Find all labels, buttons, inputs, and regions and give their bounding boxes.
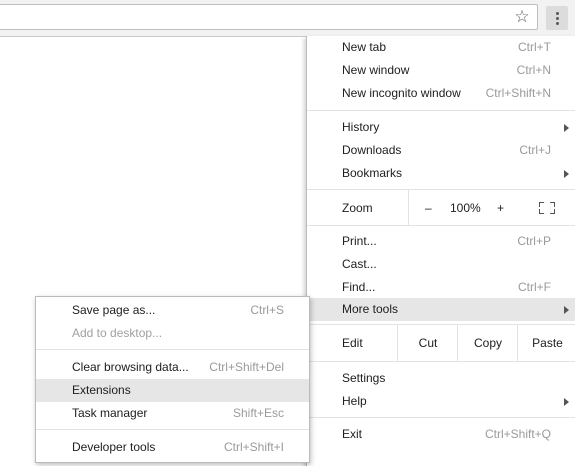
more-tools-submenu: Save page as... Ctrl+S Add to desktop...… [35,296,310,463]
fullscreen-icon[interactable] [539,202,555,214]
menu-divider [307,110,575,111]
menu-divider [307,361,575,362]
menu-item-downloads[interactable]: Downloads Ctrl+J [307,139,575,162]
submenu-item-extensions[interactable]: Extensions [36,379,309,402]
menu-item-print[interactable]: Print... Ctrl+P [307,230,575,253]
submenu-item-task-manager[interactable]: Task manager Shift+Esc [36,402,309,425]
submenu-arrow-icon [564,170,569,178]
submenu-arrow-icon [564,306,569,314]
menu-divider [307,417,575,418]
paste-button[interactable]: Paste [517,325,575,361]
submenu-arrow-icon [564,124,569,132]
submenu-item-add-to-desktop[interactable]: Add to desktop... [36,322,309,345]
kebab-menu-icon[interactable] [546,6,568,30]
submenu-item-save-page[interactable]: Save page as... Ctrl+S [36,299,309,322]
zoom-label: Zoom [342,201,373,215]
menu-divider [307,225,575,226]
menu-item-settings[interactable]: Settings [307,367,575,390]
zoom-out-button[interactable]: – [425,201,432,215]
zoom-row: Zoom – 100% + [307,190,575,225]
menu-item-cast[interactable]: Cast... [307,253,575,276]
zoom-in-button[interactable]: + [497,201,504,215]
menu-item-new-tab[interactable]: New tab Ctrl+T [307,36,575,59]
menu-item-find[interactable]: Find... Ctrl+F [307,276,575,299]
submenu-divider [36,349,309,350]
menu-item-new-window[interactable]: New window Ctrl+N [307,59,575,82]
edit-label: Edit [342,336,363,350]
zoom-level: 100% [450,201,481,215]
star-icon[interactable]: ☆ [513,8,531,26]
menu-item-bookmarks[interactable]: Bookmarks [307,162,575,185]
menu-item-help[interactable]: Help [307,390,575,413]
copy-button[interactable]: Copy [457,325,518,361]
submenu-arrow-icon [564,398,569,406]
address-bar[interactable]: ☆ [0,4,538,30]
submenu-item-developer-tools[interactable]: Developer tools Ctrl+Shift+I [36,436,309,459]
browser-toolbar: ☆ [0,0,575,37]
menu-item-exit[interactable]: Exit Ctrl+Shift+Q [307,423,575,446]
cut-button[interactable]: Cut [397,325,458,361]
menu-item-history[interactable]: History [307,116,575,139]
menu-item-more-tools[interactable]: More tools [307,298,575,321]
edit-row: Edit Cut Copy Paste [307,325,575,361]
submenu-item-clear-browsing-data[interactable]: Clear browsing data... Ctrl+Shift+Del [36,356,309,379]
menu-item-new-incognito-window[interactable]: New incognito window Ctrl+Shift+N [307,82,575,105]
submenu-divider [36,429,309,430]
chrome-main-menu: New tab Ctrl+T New window Ctrl+N New inc… [306,36,575,466]
